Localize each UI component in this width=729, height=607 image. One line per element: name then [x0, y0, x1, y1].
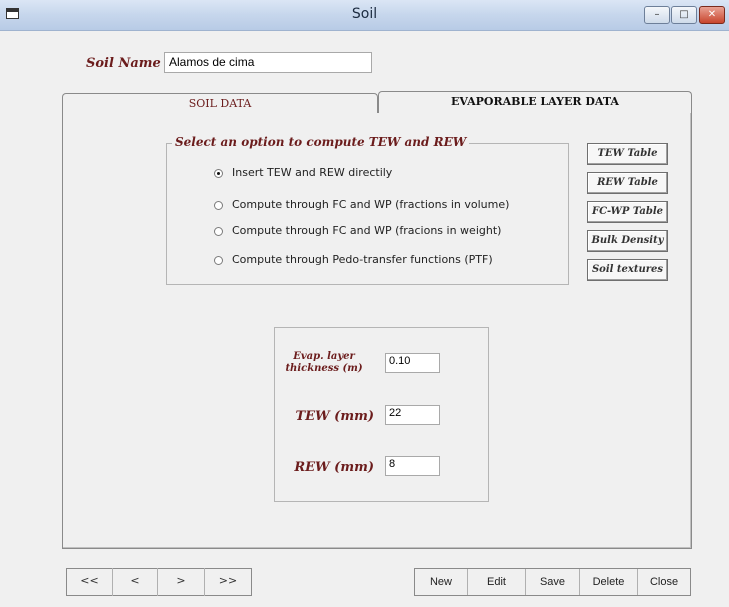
fc-wp-table-button[interactable]: FC-WP Table: [587, 201, 668, 223]
rew-label: REW (mm): [294, 460, 374, 475]
evap-thickness-label-line2: thickness (m): [285, 363, 363, 374]
evap-thickness-input[interactable]: 0.10: [385, 353, 440, 373]
rew-input[interactable]: 8: [385, 456, 440, 476]
rew-table-button[interactable]: REW Table: [587, 172, 668, 194]
save-button[interactable]: Save: [526, 569, 580, 595]
delete-button[interactable]: Delete: [580, 569, 638, 595]
minimize-icon[interactable]: –: [644, 6, 670, 24]
option-label: Insert TEW and REW directily: [232, 166, 393, 179]
soil-name-input[interactable]: Alamos de cima: [164, 52, 372, 73]
radio-icon[interactable]: [214, 256, 223, 265]
previous-record-button[interactable]: <: [113, 568, 158, 596]
tab-soil-data[interactable]: SOIL DATA: [62, 93, 378, 113]
new-button[interactable]: New: [415, 569, 468, 595]
evap-thickness-label-line1: Evap. layer: [293, 351, 355, 362]
option-label: Compute through FC and WP (fractions in …: [232, 198, 510, 211]
title-bar[interactable]: Soil – □ ✕: [0, 0, 729, 31]
maximize-icon[interactable]: □: [671, 6, 697, 24]
tew-input[interactable]: 22: [385, 405, 440, 425]
option-label: Compute through Pedo-transfer functions …: [232, 253, 493, 266]
tab-evaporable-layer-data[interactable]: EVAPORABLE LAYER DATA: [378, 91, 692, 113]
edit-button[interactable]: Edit: [468, 569, 526, 595]
window-title: Soil: [351, 6, 378, 22]
next-record-button[interactable]: >: [158, 568, 205, 596]
first-record-button[interactable]: <<: [67, 568, 113, 596]
close-icon[interactable]: ✕: [699, 6, 725, 24]
evap-thickness-label: Evap. layer thickness (m): [276, 351, 372, 375]
radio-icon[interactable]: [214, 227, 223, 236]
last-record-button[interactable]: >>: [205, 568, 251, 596]
soil-name-label: Soil Name: [86, 56, 161, 71]
radio-selected-icon[interactable]: [214, 169, 223, 178]
radio-icon[interactable]: [214, 201, 223, 210]
tew-label: TEW (mm): [295, 409, 374, 424]
tew-table-button[interactable]: TEW Table: [587, 143, 668, 165]
soil-textures-button[interactable]: Soil textures: [587, 259, 668, 281]
close-button[interactable]: Close: [638, 569, 690, 595]
compute-option-legend: Select an option to compute TEW and REW: [172, 135, 470, 149]
option-label: Compute through FC and WP (fracions in w…: [232, 224, 502, 237]
bulk-density-button[interactable]: Bulk Density: [587, 230, 668, 252]
